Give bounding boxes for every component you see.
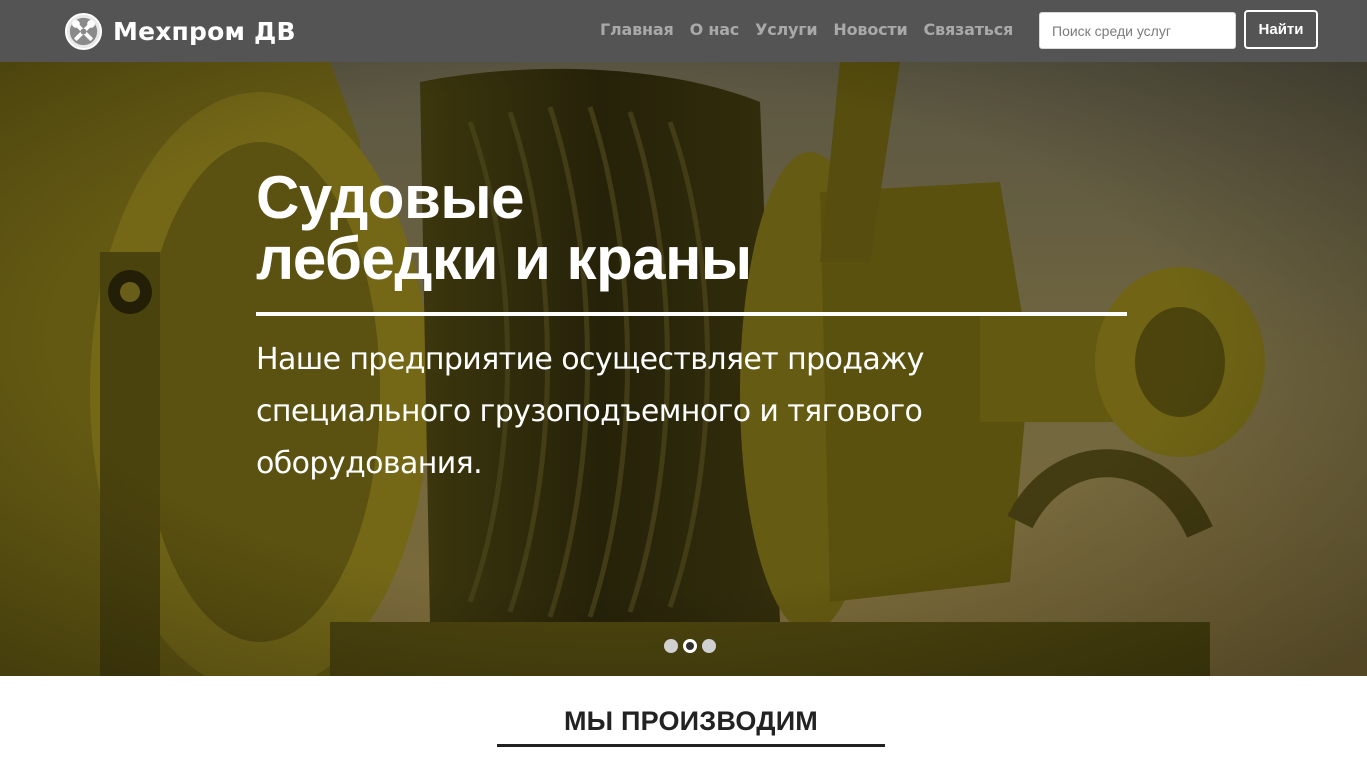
nav-link-home[interactable]: Главная xyxy=(600,20,674,39)
nav-link-contact[interactable]: Связаться xyxy=(924,20,1014,39)
main-nav: Главная О нас Услуги Новости Связаться xyxy=(600,20,1013,39)
carousel-dot-1[interactable] xyxy=(664,639,678,653)
hero-title-line-1: Судовые xyxy=(256,164,524,231)
nav-item-services: Услуги xyxy=(755,20,818,39)
hero-caption: Судовые лебедки и краны Наше предприятие… xyxy=(256,167,1131,490)
search-input[interactable] xyxy=(1039,12,1236,49)
nav-link-news[interactable]: Новости xyxy=(833,20,907,39)
brand-link[interactable]: Мехпром ДВ xyxy=(64,11,296,51)
carousel-indicators xyxy=(664,639,716,653)
nav-item-home: Главная xyxy=(600,20,674,39)
hero-divider xyxy=(256,312,1127,316)
brand-name: Мехпром ДВ xyxy=(113,16,296,46)
section-title-we-produce: МЫ ПРОИЗВОДИМ xyxy=(563,706,818,736)
carousel-dot-3[interactable] xyxy=(702,639,716,653)
nav-item-about: О нас xyxy=(690,20,740,39)
hero-title: Судовые лебедки и краны xyxy=(256,167,1131,289)
hero-description: Наше предприятие осуществляет продажу сп… xyxy=(256,342,924,481)
section-title-underline xyxy=(497,744,885,747)
hero-title-line-2: лебедки и краны xyxy=(256,225,752,292)
nav-item-contact: Связаться xyxy=(924,20,1014,39)
top-navbar: Мехпром ДВ Главная О нас Услуги Новости … xyxy=(0,0,1367,62)
carousel-dot-2-active[interactable] xyxy=(683,639,697,653)
search-button[interactable]: Найти xyxy=(1244,10,1318,49)
nav-link-about[interactable]: О нас xyxy=(690,20,740,39)
nav-link-services[interactable]: Услуги xyxy=(755,20,818,39)
nav-item-news: Новости xyxy=(833,20,907,39)
hero-carousel: Судовые лебедки и краны Наше предприятие… xyxy=(0,62,1367,676)
gear-wrench-icon xyxy=(64,12,103,50)
